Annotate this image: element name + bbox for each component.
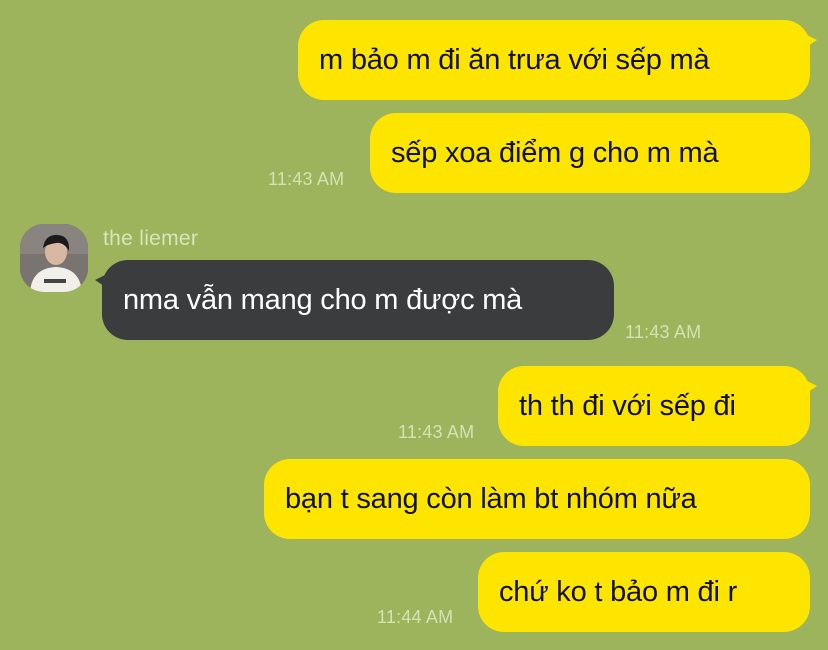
message-text: chứ ko t bảo m đi r [499,575,738,608]
message-text: sếp xoa điểm g cho m mà [391,136,719,169]
chat-view: m bảo m đi ăn trưa với sếp mà sếp xoa đi… [0,0,828,650]
outgoing-message[interactable]: m bảo m đi ăn trưa với sếp mà [298,20,817,100]
message-timestamp: 11:43 AM [625,322,702,342]
outgoing-message[interactable]: chứ ko t bảo m đi r [478,552,810,632]
message-timestamp: 11:43 AM [398,422,475,442]
message-text: bạn t sang còn làm bt nhóm nữa [285,482,697,515]
message-text: m bảo m đi ăn trưa với sếp mà [319,43,710,76]
incoming-message[interactable]: nma vẫn mang cho m được mà [95,260,614,340]
outgoing-message[interactable]: th th đi với sếp đi [498,366,817,446]
outgoing-message[interactable]: bạn t sang còn làm bt nhóm nữa [264,459,810,539]
message-timestamp: 11:43 AM [268,169,345,189]
profile-photo-icon [20,224,88,292]
sender-avatar[interactable] [20,224,88,292]
message-text: th th đi với sếp đi [519,389,736,422]
sender-name: the liemer [103,227,199,250]
outgoing-message[interactable]: sếp xoa điểm g cho m mà [370,113,810,193]
message-text: nma vẫn mang cho m được mà [123,283,523,316]
message-timestamp: 11:44 AM [377,607,454,627]
